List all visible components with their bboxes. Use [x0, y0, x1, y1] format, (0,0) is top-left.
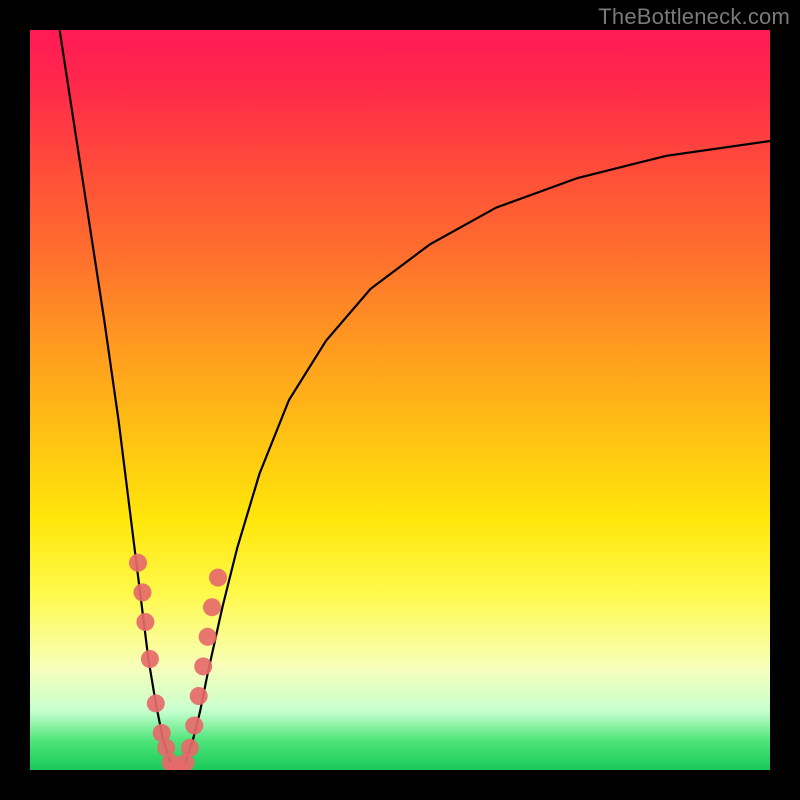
plot-area: [30, 30, 770, 770]
data-point-marker: [141, 650, 159, 668]
data-point-marker: [181, 739, 199, 757]
curve-left-branch: [60, 30, 178, 770]
data-point-marker: [147, 694, 165, 712]
data-point-marker: [203, 598, 221, 616]
watermark-text: TheBottleneck.com: [598, 4, 790, 30]
curve-right-branch: [178, 141, 770, 770]
curve-layer: [30, 30, 770, 770]
data-point-markers: [129, 554, 227, 770]
data-point-marker: [136, 613, 154, 631]
data-point-marker: [209, 569, 227, 587]
chart-frame: TheBottleneck.com: [0, 0, 800, 800]
data-point-marker: [134, 583, 152, 601]
data-point-marker: [129, 554, 147, 572]
data-point-marker: [199, 628, 217, 646]
data-point-marker: [194, 657, 212, 675]
data-point-marker: [185, 717, 203, 735]
data-point-marker: [190, 687, 208, 705]
